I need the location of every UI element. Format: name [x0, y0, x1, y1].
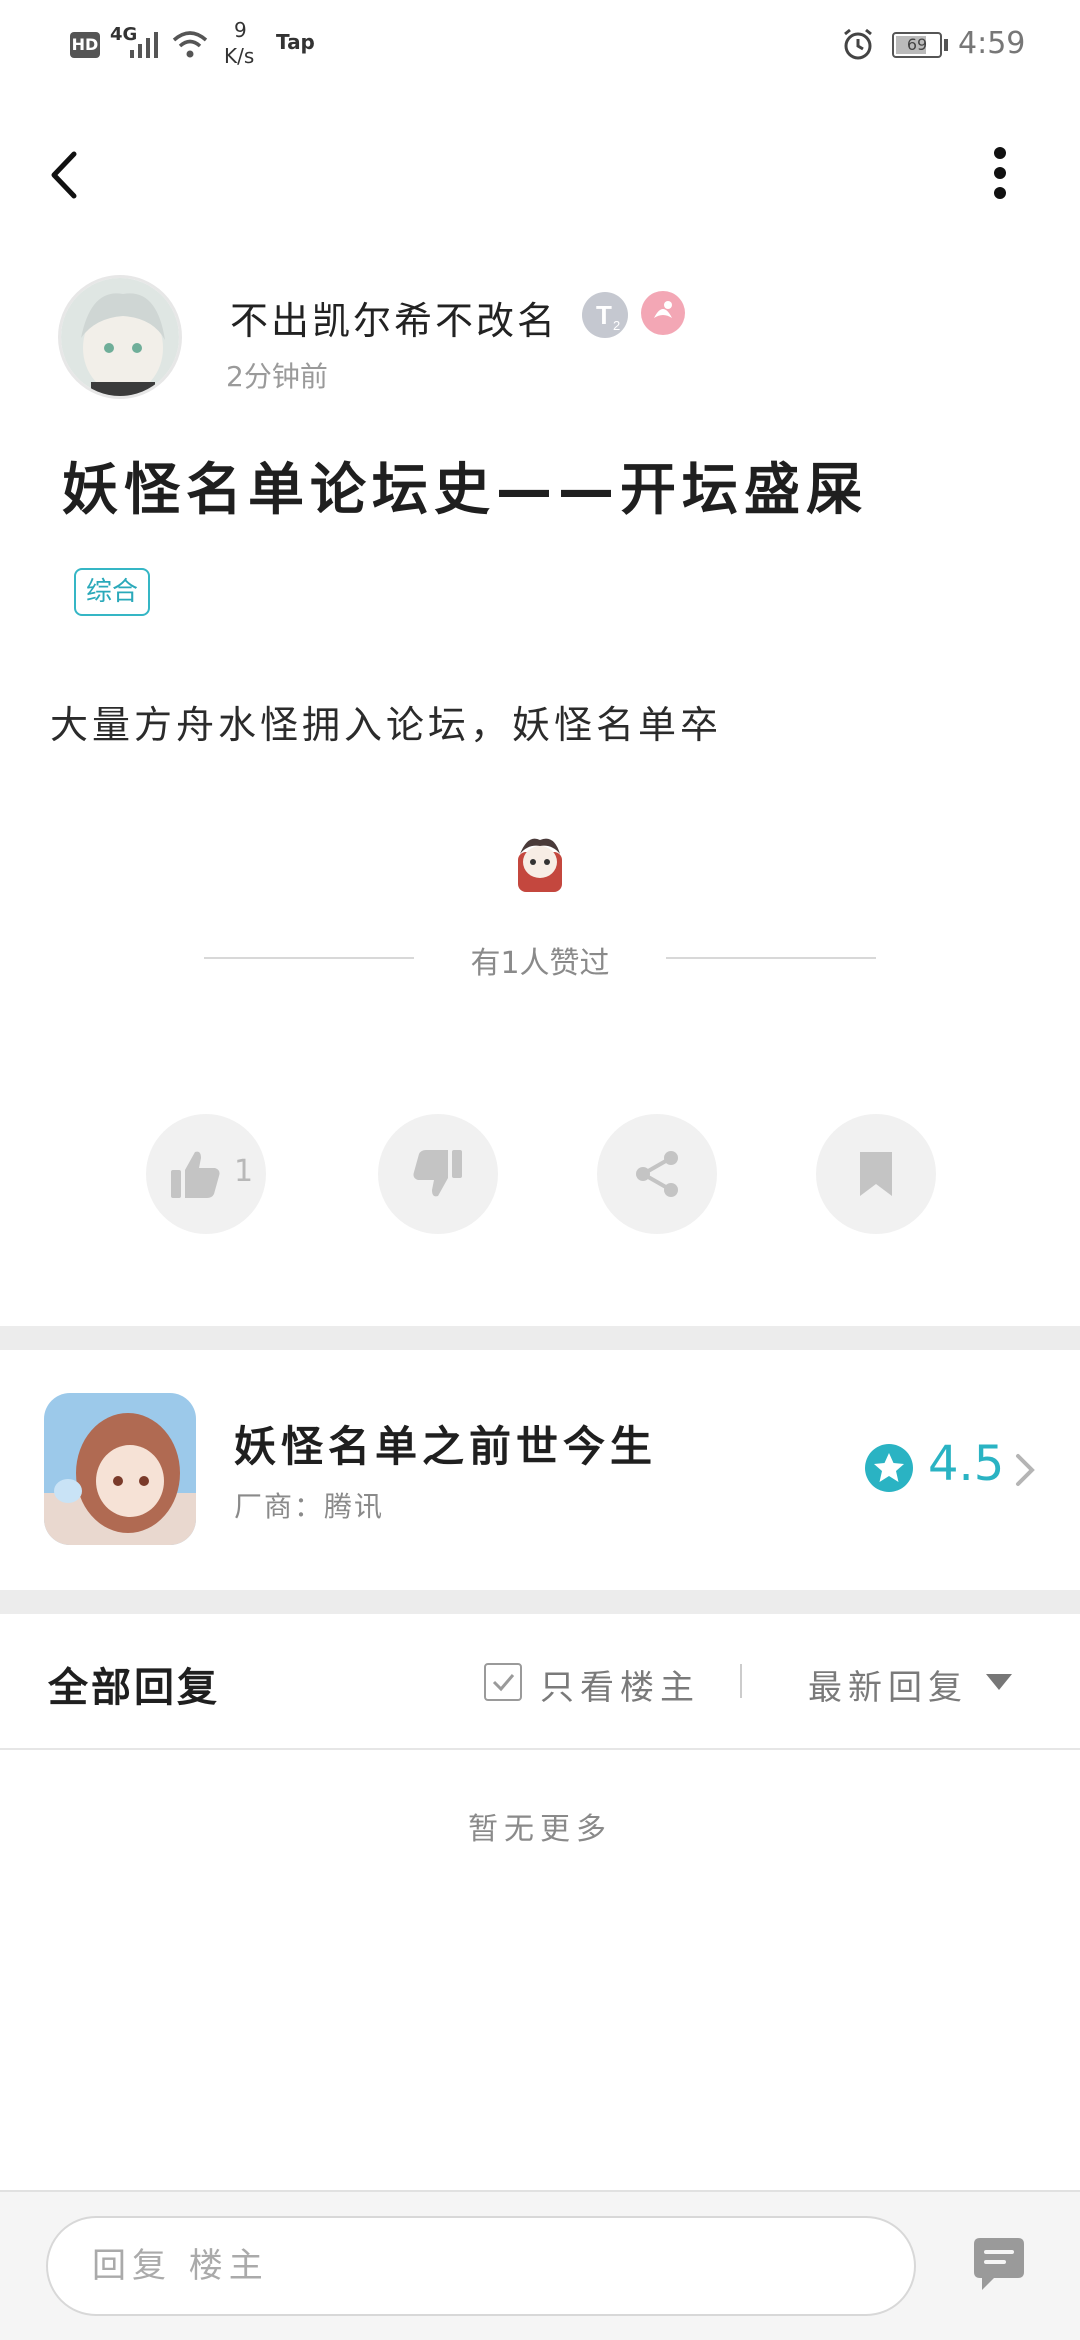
game-name[interactable]: 妖怪名单之前世今生 [234, 1413, 657, 1474]
game-icon[interactable] [44, 1393, 196, 1545]
clock: 4:59 [958, 26, 1026, 61]
replies-divider [0, 1748, 1080, 1750]
sort-separator [740, 1664, 742, 1698]
game-icon-image [44, 1393, 196, 1545]
game-vendor: 厂商：腾讯 [234, 1490, 385, 1523]
chevron-right-icon[interactable] [1010, 1450, 1040, 1490]
bookmark-button[interactable] [816, 1114, 936, 1234]
check-icon [492, 1674, 515, 1692]
post-tag[interactable]: 综合 [74, 568, 151, 616]
status-bar: HD 4G 9 K/s Tap 69 4:59 [0, 0, 1080, 90]
thumbs-down-icon [413, 1150, 462, 1197]
only-op-checkbox[interactable] [484, 1663, 522, 1701]
battery-icon: 69 [892, 32, 942, 58]
like-count: 1 [234, 1154, 254, 1189]
signal-icon [130, 32, 158, 58]
thumbs-up-icon [171, 1151, 220, 1198]
wifi-icon [172, 31, 208, 58]
battery-tip [944, 39, 948, 51]
no-more-text: 暂无更多 [468, 1812, 612, 1847]
hd-icon: HD [70, 32, 100, 58]
likes-divider-right [666, 957, 876, 959]
post-time: 2分钟前 [226, 360, 328, 393]
more-button[interactable] [980, 140, 1020, 210]
author-name[interactable]: 不出凯尔希不改名 [230, 290, 558, 345]
section-divider [0, 1326, 1080, 1350]
game-rating: 4.5 [928, 1436, 1005, 1492]
hd-label: HD [71, 35, 99, 54]
only-op-label[interactable]: 只看楼主 [540, 1660, 700, 1709]
chat-bubble-icon [974, 2238, 1024, 2290]
dropdown-arrow-icon[interactable] [984, 1672, 1014, 1692]
post-title: 妖怪名单论坛史——开坛盛屎 [62, 458, 868, 523]
net-speed-unit: K/s [224, 44, 255, 68]
sort-dropdown[interactable]: 最新回复 [808, 1660, 968, 1709]
avatar-image [61, 278, 179, 396]
dislike-button[interactable] [378, 1114, 498, 1234]
section-divider-2 [0, 1590, 1080, 1614]
likes-summary[interactable]: 有1人赞过 [0, 938, 1080, 982]
svg-text:T: T [596, 300, 612, 330]
share-icon [636, 1151, 678, 1197]
svg-text:2: 2 [613, 318, 620, 333]
medal-badge-icon [641, 291, 685, 335]
share-button[interactable] [597, 1114, 717, 1234]
post-body: 大量方舟水怪拥入论坛，妖怪名单卒 [50, 703, 723, 747]
alarm-icon [844, 28, 872, 60]
reply-input[interactable]: 回复 楼主 [46, 2216, 916, 2316]
back-arrow-icon [51, 151, 77, 199]
tap-badge: Tap [276, 30, 315, 54]
net-speed-value: 9 [234, 18, 247, 42]
like-button[interactable]: 1 [146, 1114, 266, 1234]
author-avatar[interactable] [58, 275, 182, 399]
liker-avatar[interactable] [512, 834, 568, 896]
level-badge-icon: T 2 [582, 292, 628, 338]
more-vertical-icon [994, 147, 1006, 199]
chat-button[interactable] [968, 2236, 1030, 2296]
replies-title: 全部回复 [48, 1665, 220, 1711]
bookmark-icon [860, 1152, 892, 1196]
star-icon [865, 1444, 913, 1492]
battery-level: 69 [906, 35, 928, 54]
back-button[interactable] [40, 140, 90, 210]
